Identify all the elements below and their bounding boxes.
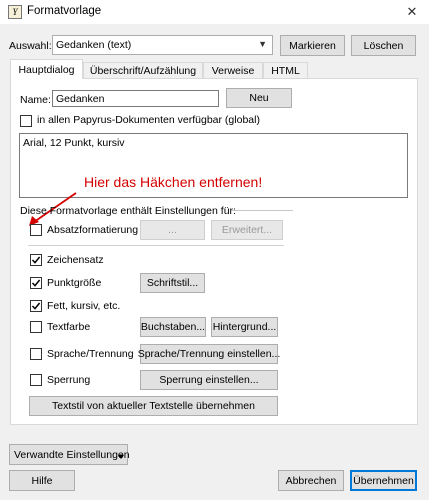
sperrung-checkbox[interactable] xyxy=(30,374,42,386)
sperrung-label: Sperrung xyxy=(47,374,91,386)
section-label: Diese Formatvorlage enthält Einstellunge… xyxy=(20,205,236,217)
name-field[interactable]: Gedanken xyxy=(52,90,219,107)
sprache-button[interactable]: Sprache/Trennung einstellen... xyxy=(138,344,280,364)
global-checkbox[interactable] xyxy=(20,115,32,127)
schriftstil-button[interactable]: Schriftstil... xyxy=(140,273,205,293)
verwandte-einstellungen-button[interactable]: Verwandte Einstellungen xyxy=(9,444,130,465)
verwandte-label: Verwandte Einstellungen xyxy=(14,448,130,461)
auswahl-label: Auswahl: xyxy=(9,40,52,52)
chevron-down-icon: ▼ xyxy=(258,39,267,49)
fett-checkbox[interactable] xyxy=(30,300,42,312)
checkmark-icon xyxy=(31,279,41,287)
hintergrund-button[interactable]: Hintergrund... xyxy=(211,317,278,337)
global-label: in allen Papyrus-Dokumenten verfügbar (g… xyxy=(37,114,260,126)
textstil-uebernehmen-button[interactable]: Textstil von aktueller Textstelle überne… xyxy=(29,396,278,416)
tab-verweise[interactable]: Verweise xyxy=(203,62,263,78)
fett-label: Fett, kursiv, etc. xyxy=(47,300,121,312)
name-label: Name: xyxy=(20,94,51,106)
dropdown-arrow-icon xyxy=(118,455,124,459)
dots-button[interactable]: ... xyxy=(140,220,205,240)
neu-button[interactable]: Neu xyxy=(226,88,292,108)
close-icon[interactable]: ✕ xyxy=(402,3,422,21)
title-bar: Y Formatvorlage ✕ xyxy=(0,0,429,24)
sprache-label: Sprache/Trennung xyxy=(47,348,134,360)
sprache-checkbox[interactable] xyxy=(30,348,42,360)
textfarbe-checkbox[interactable] xyxy=(30,321,42,333)
annotation-text: Hier das Häkchen entfernen! xyxy=(84,174,263,190)
description-text: Arial, 12 Punkt, kursiv xyxy=(23,137,125,149)
sperrung-button[interactable]: Sperrung einstellen... xyxy=(140,370,278,390)
auswahl-select[interactable]: Gedanken (text) ▼ xyxy=(52,35,273,55)
uebernehmen-button[interactable]: Übernehmen xyxy=(350,470,417,491)
auswahl-select-value: Gedanken (text) xyxy=(56,39,132,51)
loeschen-button[interactable]: Löschen xyxy=(351,35,416,56)
checkmark-icon xyxy=(31,256,41,264)
abbrechen-button[interactable]: Abbrechen xyxy=(278,470,344,491)
checkmark-icon xyxy=(31,302,41,310)
punktgroesse-label: Punktgröße xyxy=(47,277,102,289)
app-icon: Y xyxy=(8,5,22,19)
absatz-checkbox[interactable] xyxy=(30,224,42,236)
punktgroesse-checkbox[interactable] xyxy=(30,277,42,289)
tab-ueberschrift[interactable]: Überschrift/Aufzählung xyxy=(83,62,203,78)
window-title: Formatvorlage xyxy=(27,5,102,17)
tab-html[interactable]: HTML xyxy=(263,62,308,78)
zeichensatz-label: Zeichensatz xyxy=(47,254,104,266)
section-divider xyxy=(231,210,293,211)
zeichensatz-checkbox[interactable] xyxy=(30,254,42,266)
textfarbe-label: Textfarbe xyxy=(47,321,91,333)
absatz-label: Absatzformatierung xyxy=(47,224,139,236)
markieren-button[interactable]: Markieren xyxy=(280,35,345,56)
tab-hauptdialog[interactable]: Hauptdialog xyxy=(10,59,83,79)
erweitert-button[interactable]: Erweitert... xyxy=(211,220,283,240)
divider-line xyxy=(28,245,284,246)
hilfe-button[interactable]: Hilfe xyxy=(9,470,75,491)
buchstaben-button[interactable]: Buchstaben... xyxy=(140,317,206,337)
